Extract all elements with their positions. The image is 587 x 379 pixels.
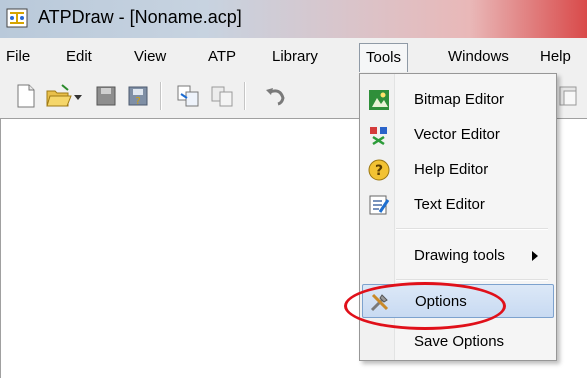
title-bar: ATPDraw - [Noname.acp] <box>0 0 587 38</box>
toolbar-separator <box>160 82 162 110</box>
menu-view[interactable]: View <box>134 48 166 65</box>
svg-text:?: ? <box>375 163 383 179</box>
save-as-icon[interactable]: ? <box>124 82 152 110</box>
help-editor-label: Help Editor <box>414 161 489 178</box>
import-icon[interactable] <box>174 82 202 110</box>
menu-item-save-options[interactable]: Save Options <box>362 325 552 359</box>
vector-editor-label: Vector Editor <box>414 126 500 143</box>
menu-file[interactable]: File <box>6 48 30 65</box>
canvas-border <box>0 118 1 378</box>
text-editor-icon <box>369 195 390 215</box>
window-title: ATPDraw - [Noname.acp] <box>38 7 242 27</box>
paste-icon[interactable] <box>555 82 583 110</box>
toolbar-separator <box>244 82 246 110</box>
atpdraw-app-icon <box>6 8 28 28</box>
menu-library[interactable]: Library <box>272 48 318 65</box>
drawing-tools-label: Drawing tools <box>414 247 505 264</box>
open-folder-icon[interactable] <box>44 82 72 110</box>
export-icon[interactable] <box>208 82 236 110</box>
new-file-icon[interactable] <box>12 82 40 110</box>
save-icon[interactable] <box>92 82 120 110</box>
menu-windows[interactable]: Windows <box>448 48 509 65</box>
vector-editor-icon <box>370 127 387 146</box>
undo-icon[interactable] <box>262 82 290 110</box>
menu-item-help-editor[interactable]: ? Help Editor <box>362 153 552 187</box>
menu-separator <box>396 228 548 230</box>
submenu-arrow-icon <box>532 251 538 261</box>
text-editor-label: Text Editor <box>414 196 485 213</box>
annotation-ellipse <box>344 282 506 330</box>
bitmap-editor-icon <box>369 90 389 110</box>
menu-help[interactable]: Help <box>540 48 571 65</box>
menu-atp[interactable]: ATP <box>208 48 236 65</box>
help-editor-icon: ? <box>368 159 390 181</box>
menu-bar: File Edit View ATP Library Tools Windows… <box>0 40 587 74</box>
menu-edit[interactable]: Edit <box>66 48 92 65</box>
menu-item-bitmap-editor[interactable]: Bitmap Editor <box>362 83 552 117</box>
svg-text:?: ? <box>135 96 140 107</box>
menu-item-text-editor[interactable]: Text Editor <box>362 188 552 222</box>
menu-separator <box>396 279 548 281</box>
save-options-label: Save Options <box>414 333 505 350</box>
menu-item-drawing-tools[interactable]: Drawing tools <box>362 239 552 273</box>
menu-item-vector-editor[interactable]: Vector Editor <box>362 118 552 152</box>
bitmap-editor-label: Bitmap Editor <box>414 91 505 108</box>
menu-tools[interactable]: Tools <box>359 43 409 72</box>
dropdown-arrow-icon[interactable] <box>70 82 86 110</box>
